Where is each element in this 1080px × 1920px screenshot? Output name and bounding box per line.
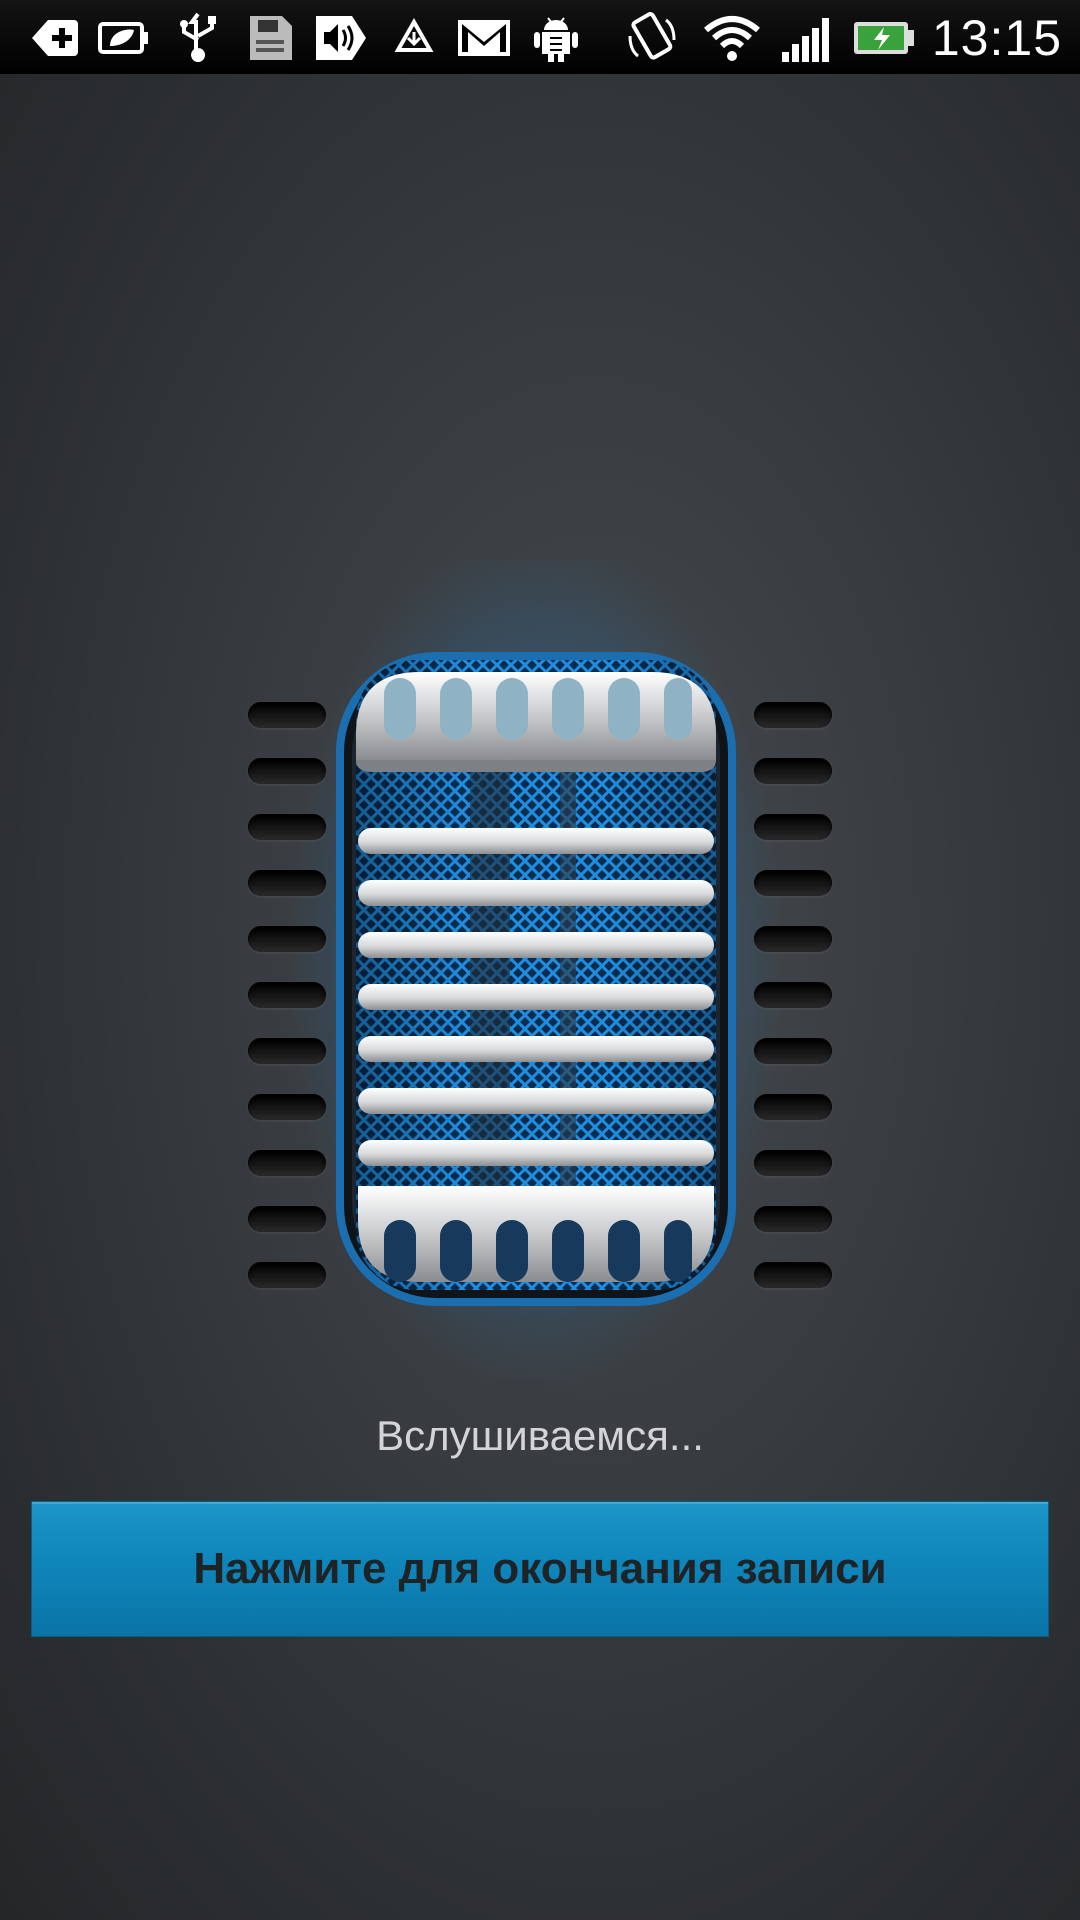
speaker-slot [754, 814, 832, 840]
speaker-slot [248, 702, 326, 728]
speaker-slot [248, 758, 326, 784]
speaker-slot [248, 870, 326, 896]
speaker-slot [248, 1038, 326, 1064]
signal-icon [780, 10, 836, 66]
speaker-slot [248, 814, 326, 840]
battery-saver-icon [96, 10, 152, 66]
usb-icon [170, 10, 226, 66]
speaker-slot [754, 1150, 832, 1176]
speaker-slot [754, 870, 832, 896]
speaker-slot [248, 926, 326, 952]
speaker-slot [754, 1094, 832, 1120]
status-bar: 13:15 [0, 0, 1080, 74]
microphone-illustration [0, 560, 1080, 1380]
battery-charging-icon [852, 10, 916, 66]
speaker-slot [248, 1150, 326, 1176]
speaker-slot [754, 1206, 832, 1232]
speaker-slot [754, 926, 832, 952]
speaker-slot [754, 702, 832, 728]
speaker-slot [248, 1206, 326, 1232]
gmail-icon [456, 10, 512, 66]
auto-rotate-icon [624, 10, 680, 66]
speaker-slot [754, 1038, 832, 1064]
speaker-slot [248, 1094, 326, 1120]
speaker-slot [754, 758, 832, 784]
alert-triangle-icon [386, 10, 442, 66]
speaker-slot [248, 982, 326, 1008]
stop-recording-label: Нажмите для окончания записи [193, 1544, 887, 1593]
volume-icon [312, 10, 368, 66]
speaker-slot [754, 1262, 832, 1288]
clock: 13:15 [931, 10, 1062, 66]
speaker-slot [754, 982, 832, 1008]
speaker-slot [248, 1262, 326, 1288]
add-shortcut-icon [26, 10, 82, 66]
sd-card-icon [242, 10, 298, 66]
microphone-icon [286, 560, 786, 1380]
stop-recording-button[interactable]: Нажмите для окончания записи [31, 1501, 1049, 1637]
wifi-icon [704, 10, 760, 66]
android-debug-icon [528, 10, 584, 66]
listening-status: Вслушиваемся... [376, 1412, 704, 1459]
